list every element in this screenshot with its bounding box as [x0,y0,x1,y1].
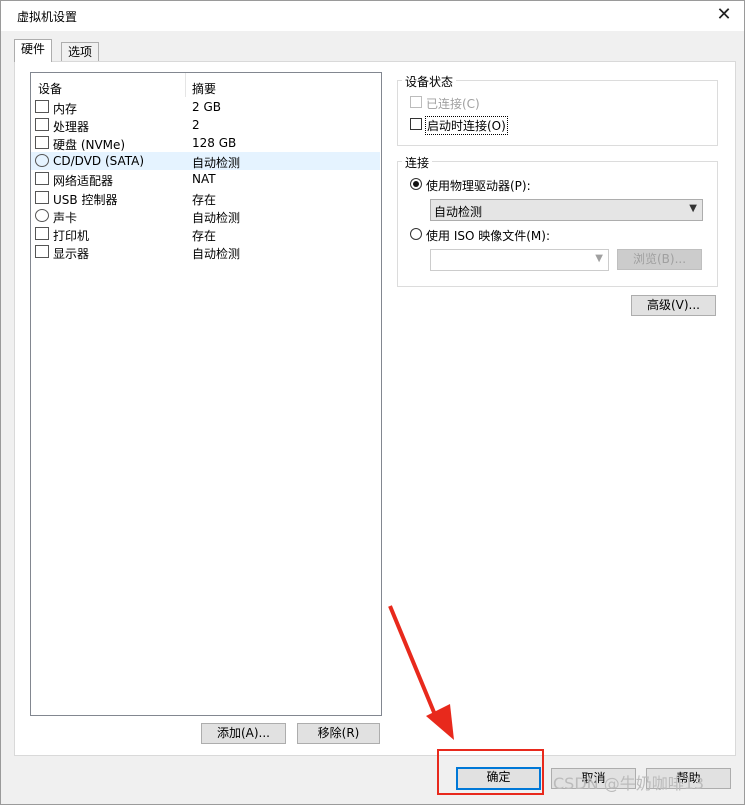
device-row[interactable]: 处理器 2 [31,116,380,134]
device-row[interactable]: 打印机 存在 [31,225,380,243]
connected-checkbox[interactable] [410,96,422,108]
connect-on-power-on-label[interactable]: 启动时连接(O) [425,116,508,135]
hard-disk-icon [35,136,49,150]
device-name: 打印机 [53,228,90,243]
tab-hardware[interactable]: 硬件 [14,39,53,62]
connection-label: 连接 [402,154,433,171]
device-summary: 2 GB [192,100,221,114]
usb-icon [35,190,49,204]
device-row[interactable]: 显示器 自动检测 [31,243,380,261]
physical-drive-select[interactable]: 自动检测 ▼ [430,199,703,221]
printer-icon [35,226,49,240]
ok-button-highlight-box [437,749,544,795]
watermark: CSDN @牛奶咖啡13 [553,774,705,793]
device-row[interactable]: CD/DVD (SATA) 自动检测 [31,152,380,171]
cd-dvd-icon [35,154,49,168]
column-separator[interactable] [185,73,186,97]
device-summary: 自动检测 [192,156,241,171]
monitor-icon [35,244,49,258]
physical-drive-label[interactable]: 使用物理驱动器(P): [426,177,531,194]
advanced-button[interactable]: 高级(V)... [631,295,716,316]
device-name: 内存 [53,102,78,116]
device-name: CD/DVD (SATA) [53,154,145,169]
browse-button[interactable]: 浏览(B)... [617,249,702,270]
device-name: 声卡 [53,210,78,225]
physical-drive-value: 自动检测 [434,205,483,219]
remove-device-button[interactable]: 移除(R) [297,723,380,744]
device-summary: 自动检测 [192,246,241,261]
connected-label: 已连接(C) [426,97,480,111]
title-bar: 虚拟机设置 ✕ [1,1,744,31]
close-icon[interactable]: ✕ [714,5,734,25]
device-row[interactable]: 声卡 自动检测 [31,207,380,225]
iso-image-radio[interactable] [410,228,422,240]
device-summary: 存在 [192,228,217,243]
device-summary: NAT [192,172,216,187]
chevron-down-icon: ▼ [689,203,697,214]
device-name: USB 控制器 [53,192,118,207]
column-header-summary[interactable]: 摘要 [192,80,216,97]
device-summary: 128 GB [192,136,237,151]
chevron-down-icon: ▼ [595,253,603,264]
cpu-icon [35,118,49,132]
add-device-button[interactable]: 添加(A)... [201,723,286,744]
device-name: 显示器 [53,246,90,261]
tab-options[interactable]: 选项 [61,42,100,62]
device-row[interactable]: 内存 2 GB [31,98,380,116]
connect-on-power-on-checkbox[interactable] [410,118,422,130]
network-adapter-icon [35,172,49,186]
device-status-label: 设备状态 [402,73,457,90]
device-summary: 自动检测 [192,210,241,225]
memory-icon [35,100,49,113]
device-row[interactable]: 硬盘 (NVMe) 128 GB [31,134,380,152]
iso-image-label[interactable]: 使用 ISO 映像文件(M): [426,227,550,244]
device-summary: 2 [192,118,200,133]
device-name: 网络适配器 [53,174,114,189]
window-title: 虚拟机设置 [17,10,78,24]
physical-drive-radio[interactable] [410,178,422,190]
device-summary: 存在 [192,192,217,207]
speaker-icon [35,208,49,222]
column-header-device[interactable]: 设备 [38,80,62,97]
iso-image-path-input[interactable]: ▼ [430,249,609,271]
device-row[interactable]: 网络适配器 NAT [31,170,380,188]
device-name: 处理器 [53,120,90,135]
red-annotation-arrow-icon [388,605,454,740]
settings-window: 虚拟机设置 ✕ 硬件 选项 设备 摘要 内存 2 GB 处理器 2 硬盘 (NVMe) 1… [0,0,745,805]
device-row[interactable]: USB 控制器 存在 [31,189,380,207]
device-name: 硬盘 (NVMe) [53,138,126,153]
